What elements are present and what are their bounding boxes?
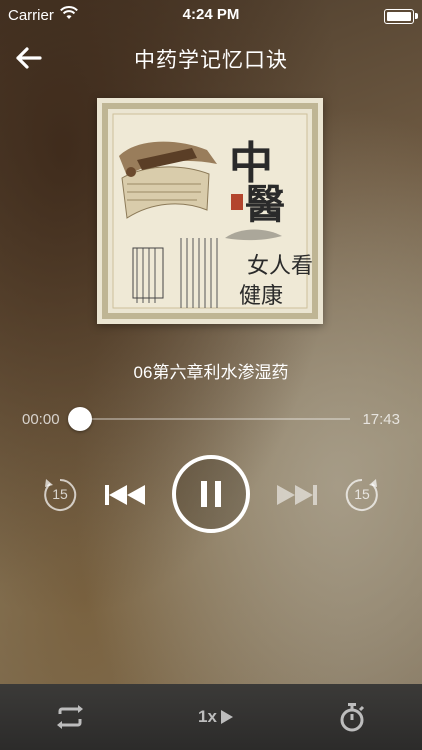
nav-bar: 中药学记忆口诀 (0, 36, 422, 80)
skip-previous-icon (105, 485, 145, 505)
speed-button[interactable]: 1x (190, 700, 242, 734)
repeat-icon (57, 705, 83, 729)
status-time: 4:24 PM (182, 6, 240, 23)
speed-label: 1x (198, 707, 217, 726)
progress-thumb[interactable] (68, 407, 92, 431)
pause-button[interactable] (172, 455, 250, 533)
track-title: 06第六章利水渗湿药 (133, 363, 289, 382)
svg-text:醫: 醫 (245, 181, 285, 228)
sleep-timer-button[interactable] (334, 700, 370, 734)
repeat-button[interactable] (50, 700, 90, 734)
album-cover: 中 醫 女人看 健康 (97, 98, 323, 324)
elapsed-time: 00:00 (22, 411, 60, 428)
battery-icon (384, 9, 418, 24)
progress-area: 00:00 17:43 (0, 404, 422, 434)
duration-time: 17:43 (362, 411, 400, 428)
rewind-seconds: 15 (52, 486, 68, 502)
back-button[interactable] (10, 40, 46, 76)
next-button[interactable] (276, 481, 318, 509)
svg-text:健康: 健康 (239, 284, 283, 309)
svg-text:女人看: 女人看 (247, 254, 313, 279)
pause-icon (201, 481, 221, 507)
forward-15-button[interactable]: 15 (342, 475, 382, 515)
forward-seconds: 15 (354, 486, 370, 502)
rewind-15-button[interactable]: 15 (40, 475, 80, 515)
arrow-left-icon (16, 47, 42, 69)
skip-next-icon (277, 485, 317, 505)
play-triangle-icon (220, 710, 233, 724)
bottom-toolbar: 1x (0, 684, 422, 750)
playback-controls: 15 15 (0, 453, 422, 537)
status-bar: Carrier 4:24 PM (0, 0, 422, 30)
previous-button[interactable] (104, 481, 146, 509)
page-title: 中药学记忆口诀 (134, 49, 288, 72)
progress-slider[interactable] (68, 407, 350, 431)
stopwatch-icon (340, 703, 365, 732)
